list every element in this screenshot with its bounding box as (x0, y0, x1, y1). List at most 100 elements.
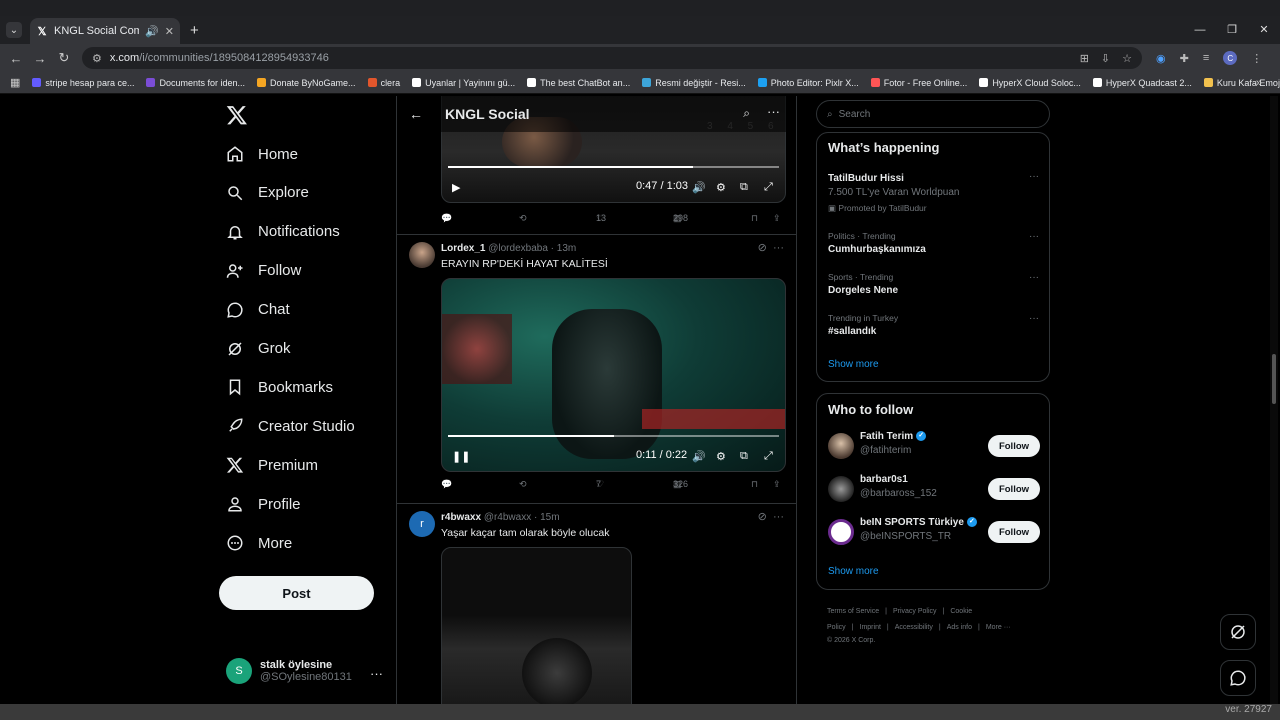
avatar[interactable] (828, 433, 854, 459)
volume-icon[interactable]: 🔊 (692, 181, 706, 194)
scrollbar-thumb[interactable] (1272, 354, 1276, 404)
show-more-link[interactable]: Show more (828, 359, 879, 370)
extensions-puzzle-icon[interactable]: ✚ (1180, 52, 1189, 65)
trend-more-icon[interactable]: ··· (1029, 313, 1039, 324)
author-name[interactable]: r4bwaxx (441, 512, 481, 523)
fullscreen-icon[interactable]: ⤢ (764, 450, 773, 463)
install-app-icon[interactable]: ⇩ (1101, 52, 1110, 65)
search-input[interactable]: ⌕ Search (816, 100, 1050, 128)
account-switcher[interactable]: S stalk öylesine @SOylesine80131 (226, 658, 352, 684)
account-more-icon[interactable]: ··· (370, 666, 383, 681)
bookmark-item[interactable]: Fotor - Free Online... (870, 78, 967, 88)
settings-icon[interactable]: ⚙ (716, 450, 726, 463)
tab-close-icon[interactable]: ✕ (165, 25, 174, 38)
footer-link[interactable]: More ··· (986, 624, 1011, 631)
extension-icon[interactable]: ◉ (1156, 52, 1166, 65)
bookmark-icon[interactable]: ⊓ (751, 213, 758, 224)
more-icon[interactable]: ··· (767, 104, 780, 119)
minimize-button[interactable]: — (1184, 16, 1216, 44)
bookmark-item[interactable]: Kuru Kafa Emojis |... (1203, 78, 1280, 88)
like-button[interactable]: ♡ 7 (596, 479, 604, 490)
post[interactable]: Lordex_1 @lordexbaba · 13m ⊘ ··· ERAYIN … (397, 234, 796, 504)
follow-button[interactable]: Follow (988, 478, 1040, 500)
messages-fab-button[interactable] (1220, 660, 1256, 696)
reply-icon[interactable]: 💬 (441, 479, 452, 490)
footer-link[interactable]: Privacy Policy (893, 608, 937, 615)
bookmark-item[interactable]: Uyanlar | Yayinını gü... (412, 78, 515, 88)
bookmark-item[interactable]: The best ChatBot an... (527, 78, 630, 88)
reload-button[interactable]: ↻ (52, 50, 76, 66)
dock-icon[interactable]: ⧉ (740, 450, 748, 463)
fullscreen-icon[interactable]: ⤢ (764, 181, 773, 194)
nav-item-grok[interactable]: Grok (226, 335, 291, 363)
avatar[interactable] (828, 476, 854, 502)
bookmark-item[interactable]: Photo Editor: Pixlr X... (757, 78, 859, 88)
views-button[interactable]: ▥ 298 (673, 213, 688, 224)
nav-item-premium[interactable]: Premium (226, 451, 318, 479)
bookmark-item[interactable]: Donate ByNoGame... (257, 78, 356, 88)
browser-tab[interactable]: 𝕏 KNGL Social Community / X 🔊 ✕ (30, 18, 180, 44)
footer-link[interactable]: Terms of Service (827, 608, 879, 615)
post[interactable]: r r4bwaxx @r4bwaxx · 15m ⊘ ··· Yaşar kaç… (397, 503, 796, 704)
back-arrow-icon[interactable]: ← (409, 106, 423, 122)
share-icon[interactable]: ⇪ (773, 213, 781, 224)
follow-suggestion[interactable]: beIN SPORTS Türkiye ✓ @beINSPORTS_TR Foll… (828, 517, 1040, 547)
share-icon[interactable]: ⇪ (773, 479, 781, 490)
close-window-button[interactable]: ✕ (1248, 16, 1280, 44)
post-author[interactable]: Lordex_1 @lordexbaba · 13m (441, 243, 576, 254)
show-more-link[interactable]: Show more (828, 566, 879, 577)
avatar[interactable]: r (409, 511, 435, 537)
bookmark-item[interactable]: stripe hesap para ce... (32, 78, 134, 88)
back-button[interactable]: ← (4, 51, 28, 66)
x-logo-icon[interactable] (226, 104, 248, 126)
follow-suggestion[interactable]: barbar0s1 @barbaross_152 Follow (828, 474, 1040, 504)
nav-item-profile[interactable]: Profile (226, 490, 301, 518)
post-menu[interactable]: ⊘ ··· (758, 510, 784, 523)
play-icon[interactable]: ▶ (452, 181, 460, 194)
bookmark-star-icon[interactable]: ☆ (1122, 52, 1132, 65)
footer-link[interactable]: Ads info (947, 624, 972, 631)
avatar[interactable] (409, 242, 435, 268)
follow-button[interactable]: Follow (988, 521, 1040, 543)
translate-icon[interactable]: ⊞ (1080, 52, 1089, 65)
nav-item-notifications[interactable]: Notifications (226, 218, 340, 246)
nav-item-bookmarks[interactable]: Bookmarks (226, 373, 333, 401)
pause-icon[interactable]: ❚❚ (452, 450, 470, 463)
grok-fab-button[interactable] (1220, 614, 1256, 650)
views-button[interactable]: ▥ 326 (673, 479, 688, 490)
post-menu[interactable]: ⊘ ··· (758, 241, 784, 254)
trend-more-icon[interactable]: ··· (1029, 171, 1039, 182)
volume-icon[interactable]: 🔊 (692, 450, 706, 463)
bookmark-icon[interactable]: ⊓ (751, 479, 758, 490)
nav-item-more[interactable]: More (226, 529, 292, 557)
footer-link[interactable]: Accessibility (895, 624, 933, 631)
settings-icon[interactable]: ⚙ (716, 181, 726, 194)
nav-item-home[interactable]: Home (226, 140, 298, 168)
dock-icon[interactable]: ⧉ (740, 181, 748, 194)
bookmark-item[interactable]: HyperX Cloud Soloc... (979, 78, 1081, 88)
repost-icon[interactable]: ⟲ (519, 213, 527, 224)
trend-more-icon[interactable]: ··· (1029, 272, 1039, 283)
forward-button[interactable]: → (28, 51, 52, 66)
post-author[interactable]: r4bwaxx @r4bwaxx · 15m (441, 512, 560, 523)
video-player[interactable] (441, 547, 632, 704)
site-info-icon[interactable]: ⚙ (92, 52, 102, 65)
trend-more-icon[interactable]: ··· (1029, 231, 1039, 242)
post-button[interactable]: Post (219, 576, 374, 610)
nav-item-creator-studio[interactable]: Creator Studio (226, 412, 355, 440)
bookmark-item[interactable]: Resmi değiştir - Resi... (642, 78, 746, 88)
avatar[interactable] (828, 519, 854, 545)
follow-button[interactable]: Follow (988, 435, 1040, 457)
media-control-icon[interactable]: ≡ (1203, 52, 1209, 64)
tab-search-button[interactable]: ⌄ (6, 22, 22, 38)
follow-suggestion[interactable]: Fatih Terim ✓ @fatihterim Follow (828, 431, 1040, 461)
new-tab-button[interactable]: + (190, 22, 199, 39)
like-button[interactable]: ♡ 13 (596, 213, 606, 224)
bookmarks-overflow-icon[interactable]: » (1256, 77, 1262, 89)
author-name[interactable]: Lordex_1 (441, 243, 485, 254)
nav-item-explore[interactable]: Explore (226, 179, 309, 207)
browser-menu-icon[interactable]: ⋮ (1251, 52, 1262, 65)
bookmark-item[interactable]: Documents for iden... (146, 78, 245, 88)
apps-grid-icon[interactable]: ▦ (10, 76, 20, 89)
repost-icon[interactable]: ⟲ (519, 479, 527, 490)
